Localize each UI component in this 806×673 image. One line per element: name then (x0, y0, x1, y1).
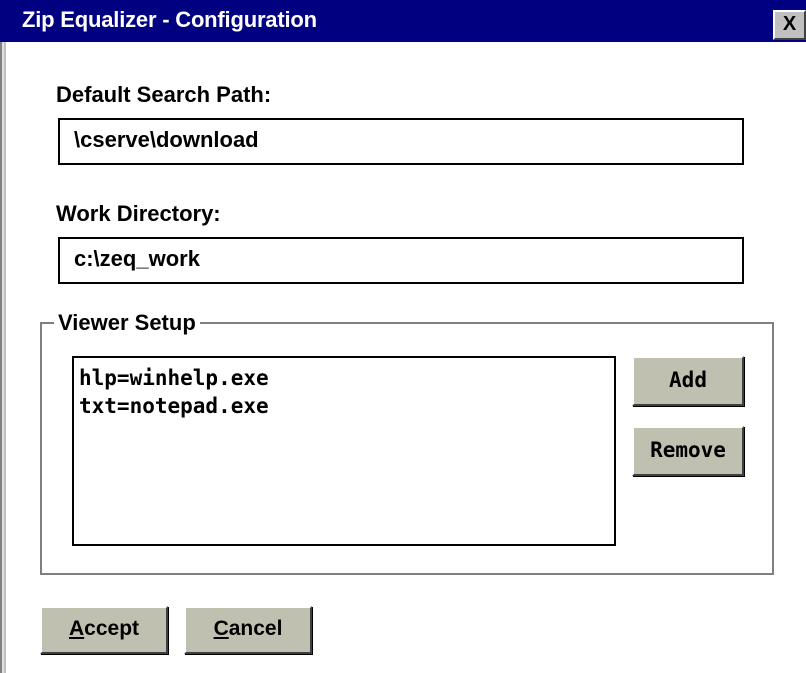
viewer-setup-label: Viewer Setup (54, 310, 200, 336)
window-border (0, 42, 6, 673)
accept-mnemonic: A (68, 617, 85, 640)
cancel-button-label: Cancel (214, 608, 283, 650)
default-search-path-input[interactable]: \cserve\download (58, 118, 744, 165)
add-button[interactable]: Add (632, 356, 744, 406)
close-button[interactable]: X (773, 10, 806, 40)
remove-button-label: Remove (650, 438, 726, 462)
list-item[interactable]: txt=notepad.exe (79, 392, 614, 420)
accept-button[interactable]: Accept (40, 606, 168, 654)
cancel-button[interactable]: Cancel (184, 606, 312, 654)
list-item[interactable]: hlp=winhelp.exe (79, 364, 614, 392)
cancel-label-rest: ancel (228, 617, 283, 640)
accept-button-label: Accept (69, 608, 139, 650)
accept-label-rest: ccept (84, 617, 140, 640)
work-directory-label: Work Directory: (56, 201, 221, 226)
default-search-path-label: Default Search Path: (56, 82, 272, 107)
cancel-mnemonic: C (213, 617, 229, 640)
add-button-label: Add (669, 368, 707, 392)
window-title: Zip Equalizer - Configuration (22, 7, 317, 32)
work-directory-input[interactable]: c:\zeq_work (58, 237, 744, 284)
viewer-list[interactable]: hlp=winhelp.exe txt=notepad.exe (72, 356, 616, 546)
close-icon: X (782, 13, 797, 35)
work-directory-value: c:\zeq_work (74, 246, 200, 271)
remove-button[interactable]: Remove (632, 426, 744, 476)
default-search-path-value: \cserve\download (74, 127, 259, 152)
